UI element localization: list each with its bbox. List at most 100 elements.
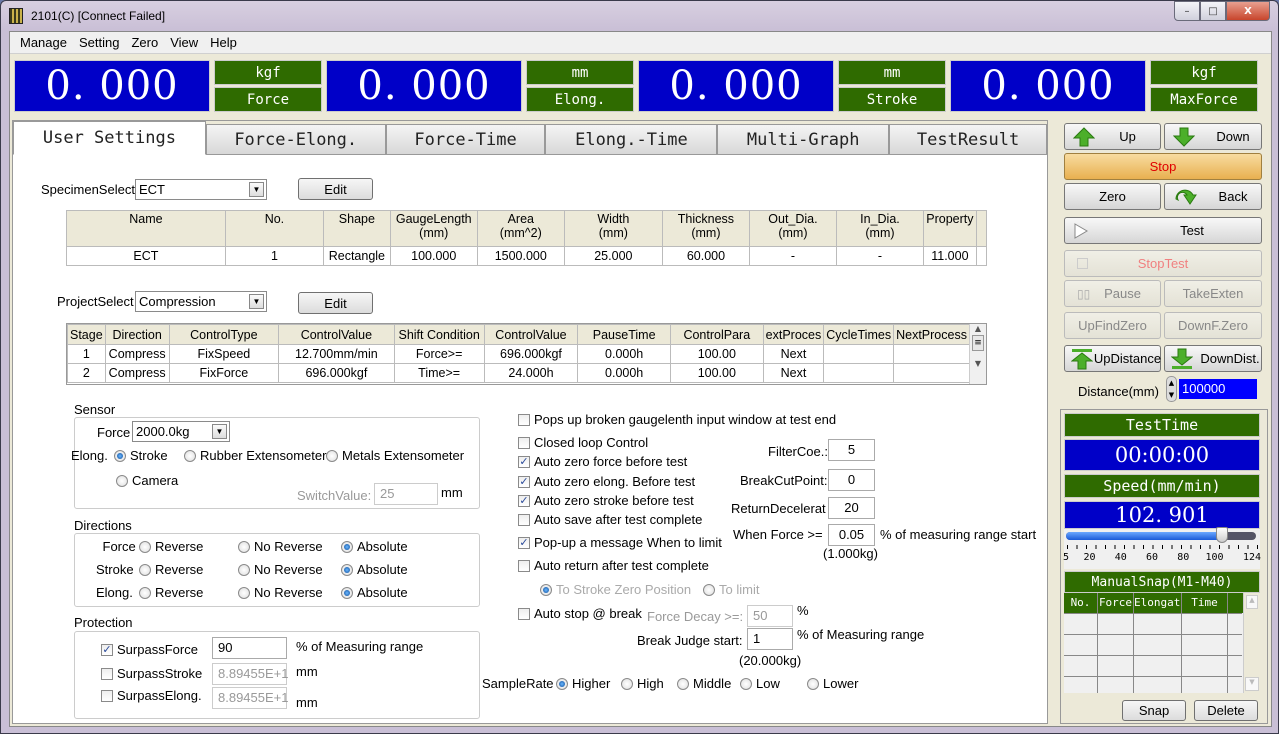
column-header[interactable]: Stage [67, 324, 106, 345]
column-header[interactable]: Thickness (mm) [661, 210, 750, 247]
project-edit-button[interactable]: Edit [298, 292, 373, 314]
option-checkbox-5[interactable]: Auto save after test complete [518, 512, 702, 527]
option-checkbox-2[interactable]: ✓ Auto zero force before test [518, 454, 687, 469]
specimen-select[interactable]: ECT ▼ [135, 179, 267, 200]
scroll-down-icon[interactable]: ▼ [1245, 677, 1259, 691]
switch-value-input[interactable]: 25 [374, 483, 438, 505]
back-button[interactable]: Back [1164, 183, 1262, 210]
maximize-button[interactable]: □ [1200, 1, 1226, 21]
pause-button[interactable]: ▯▯ Pause [1064, 280, 1161, 307]
column-header[interactable]: NextProcess [893, 324, 970, 345]
tab-test-result[interactable]: TestResult [889, 124, 1047, 154]
scroll-up-icon[interactable]: ▲ [1246, 595, 1258, 609]
option-checkbox-0[interactable]: Pops up broken gaugelenth input window a… [518, 412, 836, 427]
down-find-zero-button[interactable]: DownF.Zero [1164, 312, 1262, 339]
option-checkbox-6[interactable]: ✓ Pop-up a message When to limit [518, 535, 722, 550]
minimize-button[interactable]: – [1174, 1, 1200, 21]
option-checkbox-8[interactable]: Auto stop @ break [518, 606, 642, 621]
snap-column-header[interactable]: Elongation [1134, 593, 1182, 613]
elong-camera-radio[interactable]: Camera [116, 473, 178, 488]
distance-spinner[interactable]: ▲ ▼ [1166, 376, 1177, 402]
zero-button[interactable]: Zero [1064, 183, 1161, 210]
delete-button[interactable]: Delete [1194, 700, 1258, 721]
direction-elong-no-reverse-radio[interactable]: No Reverse [238, 585, 323, 600]
filter-coe-input[interactable]: 5 [828, 439, 875, 461]
tab-user-settings[interactable]: User Settings [13, 121, 206, 155]
tab-force-elong[interactable]: Force-Elong. [205, 124, 386, 154]
menu-zero[interactable]: Zero [125, 35, 164, 50]
close-button[interactable]: X [1226, 1, 1270, 21]
column-header[interactable]: ControlValue [483, 324, 579, 345]
option-checkbox-4[interactable]: ✓ Auto zero stroke before test [518, 493, 694, 508]
column-header[interactable]: ControlValue [278, 324, 395, 345]
stop-test-button[interactable]: StopTest [1064, 250, 1262, 277]
direction-force-reverse-radio[interactable]: Reverse [139, 539, 203, 554]
column-header[interactable]: Shape [322, 210, 391, 247]
distance-input[interactable]: 100000 [1179, 379, 1257, 399]
protection-value-input[interactable]: 8.89455E+1 [212, 663, 288, 685]
column-header[interactable]: In_Dia. (mm) [835, 210, 924, 247]
protection-value-input[interactable]: 8.89455E+1 [212, 687, 288, 709]
chevron-down-icon[interactable]: ▼ [249, 294, 264, 309]
return-decel-input[interactable]: 20 [828, 497, 875, 519]
force-decay-input[interactable]: 50 [747, 605, 793, 627]
break-cut-point-input[interactable]: 0 [828, 469, 875, 491]
sample-rate-middle-radio[interactable]: Middle [677, 676, 731, 691]
menu-setting[interactable]: Setting [73, 35, 125, 50]
column-header[interactable]: PauseTime [577, 324, 671, 345]
column-header[interactable]: Name [66, 210, 226, 247]
tab-elong-time[interactable]: Elong.-Time [545, 124, 718, 154]
sample-rate-lower-radio[interactable]: Lower [807, 676, 858, 691]
up-button[interactable]: Up [1064, 123, 1161, 150]
tab-force-time[interactable]: Force-Time [385, 124, 546, 154]
option-checkbox-7[interactable]: Auto return after test complete [518, 558, 709, 573]
sample-rate-high-radio[interactable]: High [621, 676, 664, 691]
column-header[interactable]: extProces [762, 324, 825, 345]
snap-column-header[interactable]: Time [1182, 593, 1228, 613]
chevron-down-icon[interactable]: ▼ [212, 424, 227, 439]
column-header[interactable]: Out_Dia. (mm) [748, 210, 837, 247]
up-distance-button[interactable]: UpDistance [1064, 345, 1161, 372]
elong-metals-radio[interactable]: Metals Extensometer [326, 448, 464, 463]
column-header[interactable]: ControlType [168, 324, 280, 345]
snap-button[interactable]: Snap [1122, 700, 1186, 721]
when-force-input[interactable]: 0.05 [828, 524, 875, 546]
sample-rate-low-radio[interactable]: Low [740, 676, 780, 691]
column-header[interactable]: Property [922, 210, 977, 247]
direction-stroke-absolute-radio[interactable]: Absolute [341, 562, 408, 577]
chevron-down-icon[interactable]: ▼ [249, 182, 264, 197]
menu-help[interactable]: Help [204, 35, 243, 50]
table-row[interactable]: 2 Compress FixForce 696.000kgf Time>= 24.000h… [67, 363, 970, 383]
direction-force-no-reverse-radio[interactable]: No Reverse [238, 539, 323, 554]
menu-view[interactable]: View [164, 35, 204, 50]
scroll-thumb[interactable]: ≡ [972, 335, 984, 351]
specimen-edit-button[interactable]: Edit [298, 178, 373, 200]
table-row[interactable]: 1 Compress FixSpeed 12.700mm/min Force>= 696.… [67, 344, 970, 364]
project-table-scrollbar[interactable]: ▲ ≡ ▼ [969, 324, 986, 384]
elong-rubber-radio[interactable]: Rubber Extensometer [184, 448, 326, 463]
column-header[interactable]: Shift Condition [393, 324, 485, 345]
stop-button[interactable]: Stop [1064, 153, 1262, 180]
sample-rate-higher-radio[interactable]: Higher [556, 676, 610, 691]
column-header[interactable]: Area (mm^2) [476, 210, 565, 247]
take-exten-button[interactable]: TakeExten [1164, 280, 1262, 307]
return-limit-radio[interactable]: To limit [703, 582, 759, 597]
return-stroke-zero-radio[interactable]: To Stroke Zero Position [540, 582, 691, 597]
scroll-up-icon[interactable]: ▲ [970, 324, 986, 333]
snap-column-header[interactable]: Force [1098, 593, 1134, 613]
menu-manage[interactable]: Manage [14, 35, 73, 50]
snap-scrollbar[interactable]: ▲ ▼ [1243, 593, 1260, 693]
option-checkbox-3[interactable]: ✓ Auto zero elong. Before test [518, 474, 695, 489]
option-checkbox-1[interactable]: Closed loop Control [518, 435, 648, 450]
column-header[interactable]: Width (mm) [563, 210, 663, 247]
direction-elong-reverse-radio[interactable]: Reverse [139, 585, 203, 600]
speed-slider[interactable]: 5 20 40 60 80 100 124 [1063, 527, 1261, 569]
direction-force-absolute-radio[interactable]: Absolute [341, 539, 408, 554]
direction-elong-absolute-radio[interactable]: Absolute [341, 585, 408, 600]
up-find-zero-button[interactable]: UpFindZero [1064, 312, 1161, 339]
column-header[interactable]: ControlPara [669, 324, 764, 345]
project-select[interactable]: Compression ▼ [135, 291, 267, 312]
protection-surpassstroke-checkbox[interactable]: SurpassStroke [101, 666, 202, 681]
slider-thumb[interactable] [1216, 527, 1229, 543]
column-header[interactable]: GaugeLength (mm) [389, 210, 478, 247]
